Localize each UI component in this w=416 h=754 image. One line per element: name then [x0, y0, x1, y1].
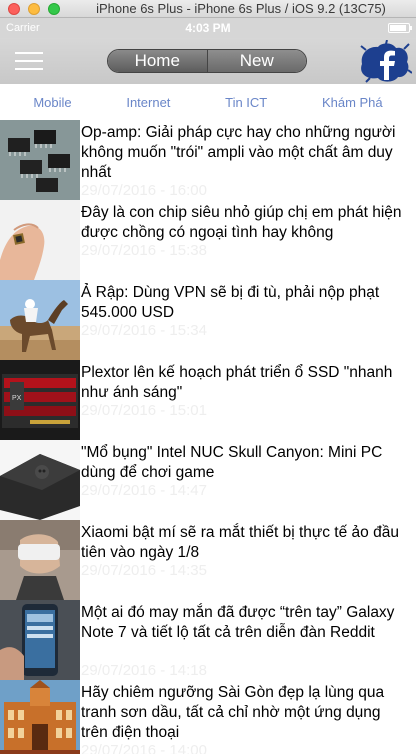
window-zoom-button[interactable]	[48, 3, 60, 15]
window-minimize-button[interactable]	[28, 3, 40, 15]
article-item[interactable]: Op-amp: Giải pháp cực hay cho những ngườ…	[0, 120, 416, 200]
article-title: Ả Rập: Dùng VPN sẽ bị đi tù, phải nộp ph…	[81, 284, 380, 321]
battery-icon	[388, 23, 412, 33]
segment-new[interactable]: New	[207, 50, 306, 72]
article-title: Xiaomi bật mí sẽ ra mắt thiết bị thực tế…	[81, 524, 399, 561]
article-title: Một ai đó may mắn đã được “trên tay” Gal…	[81, 604, 395, 641]
article-item[interactable]: "Mổ bụng" Intel NUC Skull Canyon: Mini P…	[0, 440, 416, 520]
article-date: 29/07/2016 - 14:00	[81, 742, 207, 754]
svg-text:PX: PX	[12, 395, 22, 402]
navigation-bar: Home New	[0, 38, 416, 84]
article-item[interactable]: PX Plextor lên kế hoạch phát triển ổ SSD…	[0, 360, 416, 440]
mini-pc-photo	[0, 440, 80, 520]
article-date: 29/07/2016 - 15:34	[81, 322, 207, 339]
article-title: Hãy chiêm ngưỡng Sài Gòn đẹp lạ lùng qua…	[81, 684, 385, 741]
article-date: 29/07/2016 - 14:18	[81, 662, 207, 679]
article-item[interactable]: Xiaomi bật mí sẽ ra mắt thiết bị thực tế…	[0, 520, 416, 600]
article-date: 29/07/2016 - 15:38	[81, 242, 207, 259]
facebook-logo-icon[interactable]	[356, 39, 413, 84]
status-bar: Carrier 4:03 PM	[0, 18, 416, 38]
home-new-segmented-control: Home New	[107, 49, 307, 73]
article-title: Đây là con chip siêu nhỏ giúp chị em phá…	[81, 204, 402, 241]
chips-photo	[0, 120, 80, 200]
hamburger-menu-icon[interactable]	[15, 50, 43, 72]
article-item[interactable]: Đây là con chip siêu nhỏ giúp chị em phá…	[0, 200, 416, 280]
window-title: iPhone 6s Plus - iPhone 6s Plus / iOS 9.…	[96, 1, 386, 16]
phone-hand-photo	[0, 600, 80, 680]
article-item[interactable]: Một ai đó may mắn đã được “trên tay” Gal…	[0, 600, 416, 680]
article-item[interactable]: Ả Rập: Dùng VPN sẽ bị đi tù, phải nộp ph…	[0, 280, 416, 360]
window-close-button[interactable]	[8, 3, 20, 15]
tab-internet[interactable]: Internet	[126, 95, 170, 110]
article-item[interactable]: Hãy chiêm ngưỡng Sài Gòn đẹp lạ lùng qua…	[0, 680, 416, 754]
camel-rider-photo	[0, 280, 80, 360]
article-date: 29/07/2016 - 16:00	[81, 182, 207, 199]
status-time: 4:03 PM	[185, 21, 231, 35]
article-title: "Mổ bụng" Intel NUC Skull Canyon: Mini P…	[81, 444, 383, 481]
tab-mobile[interactable]: Mobile	[33, 95, 71, 110]
finger-chip-photo	[0, 200, 80, 280]
tab-tin-ict[interactable]: Tin ICT	[225, 95, 267, 110]
category-tabs: Mobile Internet Tin ICT Khám Phá	[0, 84, 416, 120]
saigon-painting-photo	[0, 680, 80, 754]
tab-kham-pha[interactable]: Khám Phá	[322, 95, 383, 110]
segment-home[interactable]: Home	[108, 50, 208, 72]
article-date: 29/07/2016 - 14:47	[81, 482, 207, 499]
article-list: Op-amp: Giải pháp cực hay cho những ngườ…	[0, 120, 416, 754]
article-title: Plextor lên kế hoạch phát triển ổ SSD "n…	[81, 364, 393, 401]
ssd-card-photo: PX	[0, 360, 80, 440]
article-title: Op-amp: Giải pháp cực hay cho những ngườ…	[81, 124, 396, 181]
article-date: 29/07/2016 - 14:35	[81, 562, 207, 579]
vr-headset-photo	[0, 520, 80, 600]
article-date: 29/07/2016 - 15:01	[81, 402, 207, 419]
simulator-title-bar: iPhone 6s Plus - iPhone 6s Plus / iOS 9.…	[0, 0, 416, 18]
